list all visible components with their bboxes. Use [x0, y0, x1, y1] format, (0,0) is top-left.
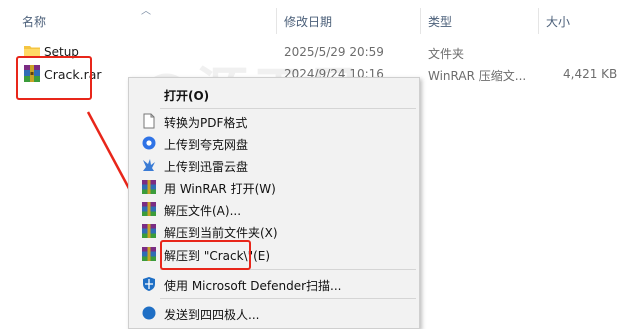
share-icon — [142, 306, 156, 320]
highlight-box-menu-item — [160, 240, 251, 270]
defender-shield-icon — [143, 277, 155, 291]
winrar-icon — [142, 247, 156, 261]
menu-item-label: 转换为PDF格式 — [164, 116, 248, 130]
menu-separator — [160, 108, 416, 109]
menu-item-convert-pdf[interactable]: 转换为PDF格式 — [129, 110, 419, 132]
menu-item-upload-xunlei[interactable]: 上传到迅雷云盘 — [129, 154, 419, 176]
context-menu: 打开(O) 转换为PDF格式 上传到夸克网盘 上传到迅雷云盘 用 WinRAR … — [128, 77, 420, 329]
quark-icon — [142, 136, 156, 150]
document-icon — [143, 113, 155, 129]
winrar-icon — [142, 180, 156, 194]
menu-item-extract-here[interactable]: 解压到当前文件夹(X) — [129, 220, 419, 242]
menu-separator — [160, 298, 416, 299]
menu-item-label: 发送到四四极人... — [164, 308, 260, 322]
menu-item-label: 打开(O) — [164, 89, 210, 103]
winrar-icon — [142, 224, 156, 238]
xunlei-icon — [143, 159, 155, 171]
menu-item-label: 解压到当前文件夹(X) — [164, 226, 278, 240]
menu-item-open[interactable]: 打开(O) — [129, 83, 419, 105]
menu-item-defender-scan[interactable]: 使用 Microsoft Defender扫描... — [129, 273, 419, 295]
winrar-icon — [142, 202, 156, 216]
menu-item-label: 上传到迅雷云盘 — [164, 160, 249, 174]
menu-item-send-to[interactable]: 发送到四四极人... — [129, 302, 419, 324]
menu-item-label: 上传到夸克网盘 — [164, 138, 249, 152]
menu-item-label: 解压文件(A)... — [164, 204, 242, 218]
menu-item-open-winrar[interactable]: 用 WinRAR 打开(W) — [129, 176, 419, 198]
menu-item-extract-files[interactable]: 解压文件(A)... — [129, 198, 419, 220]
menu-item-label: 使用 Microsoft Defender扫描... — [164, 279, 342, 293]
menu-item-upload-quark[interactable]: 上传到夸克网盘 — [129, 132, 419, 154]
menu-item-label: 用 WinRAR 打开(W) — [164, 182, 276, 196]
